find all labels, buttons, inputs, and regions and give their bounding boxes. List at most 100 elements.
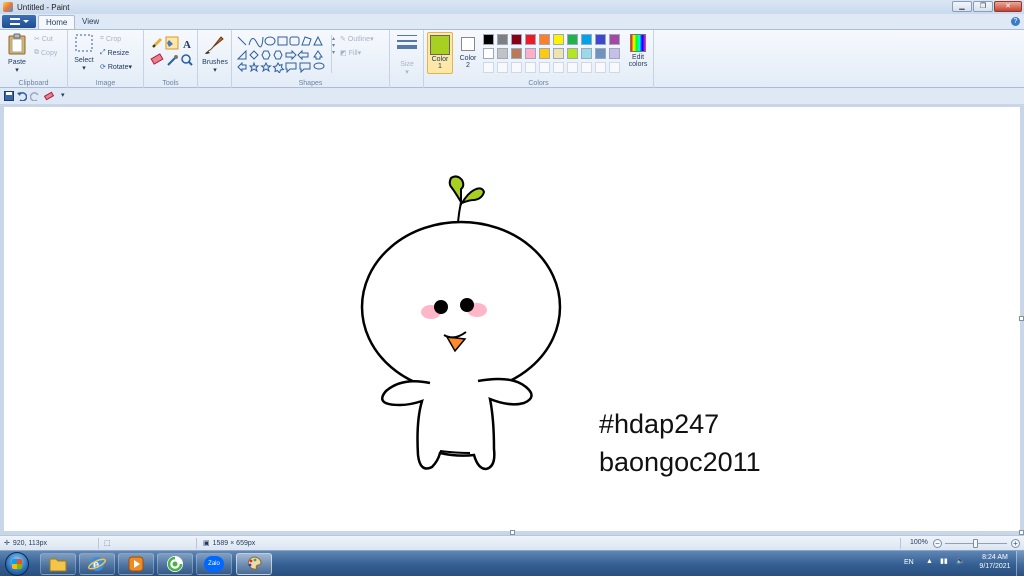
palette-color-swatch[interactable] [609,48,620,59]
palette-custom-swatch[interactable] [581,62,592,73]
rectangle-callout-shape-icon[interactable] [285,62,297,73]
polygon-shape-icon[interactable] [301,36,312,46]
taskbar-paint[interactable] [236,553,272,575]
rectangle-shape-icon[interactable] [277,36,288,46]
palette-custom-swatch[interactable] [511,62,522,73]
oval-callout-shape-icon[interactable] [313,62,325,70]
copy-button[interactable]: ⧉ Copy [34,49,57,57]
text-tool-icon[interactable]: A [183,39,191,51]
palette-color-swatch[interactable] [511,48,522,59]
crop-button[interactable]: ⌗ Crop [100,35,121,43]
rounded-rectangle-shape-icon[interactable] [289,36,300,46]
magnifier-icon[interactable] [181,54,193,66]
color1-button[interactable]: Color 1 [427,32,453,74]
zoom-in-button[interactable]: + [1011,539,1020,548]
clock[interactable]: 8:24 AM 9/17/2021 [972,554,1018,576]
brushes-button[interactable]: Brushes ▾ [200,33,230,74]
size-button[interactable]: Size ▾ [394,33,420,76]
palette-color-swatch[interactable] [539,48,550,59]
undo-icon[interactable] [17,91,27,101]
palette-color-swatch[interactable] [483,34,494,45]
drawing-canvas[interactable]: #hdap247 baongoc2011 [4,107,1020,531]
maximize-button[interactable]: ❐ [973,1,993,12]
palette-color-swatch[interactable] [595,34,606,45]
up-arrow-shape-icon[interactable] [313,50,323,60]
palette-color-swatch[interactable] [525,34,536,45]
network-icon[interactable]: ▮▮ [940,557,948,576]
palette-custom-swatch[interactable] [497,62,508,73]
right-arrow-shape-icon[interactable] [285,49,297,61]
four-point-star-shape-icon[interactable] [248,61,260,73]
palette-custom-swatch[interactable] [483,62,494,73]
curve-shape-icon[interactable] [248,36,264,48]
palette-color-swatch[interactable] [553,48,564,59]
close-button[interactable]: ✕ [994,1,1022,12]
shapes-gallery[interactable] [236,35,332,73]
palette-custom-swatch[interactable] [567,62,578,73]
right-triangle-shape-icon[interactable] [236,49,247,60]
palette-color-swatch[interactable] [595,48,606,59]
customize-qat-icon[interactable]: ▾ [61,91,65,99]
palette-color-swatch[interactable] [511,34,522,45]
shapes-scroll[interactable]: ▴ ▾ ▾ [331,35,335,73]
tab-view[interactable]: View [75,15,106,29]
palette-custom-swatch[interactable] [595,62,606,73]
eraser-icon[interactable] [150,53,164,65]
palette-custom-swatch[interactable] [525,62,536,73]
palette-color-swatch[interactable] [581,48,592,59]
file-menu-button[interactable] [2,15,36,28]
line-shape-icon[interactable] [237,36,247,46]
tab-home[interactable]: Home [38,15,76,29]
eraser-icon[interactable] [44,91,54,101]
zoom-out-button[interactable]: − [933,539,942,548]
six-point-star-shape-icon[interactable] [272,61,285,73]
rotate-button[interactable]: ⟳ Rotate ▾ [100,63,132,72]
select-button[interactable]: Select ▾ [72,33,96,72]
four-point-arrow-shape-icon[interactable] [237,61,247,73]
volume-icon[interactable]: 🔈 [956,557,965,576]
diamond-shape-icon[interactable] [249,50,259,60]
taskbar-media-player[interactable] [118,553,154,575]
minimize-button[interactable]: ▁ [952,1,972,12]
show-hidden-icons[interactable]: ▲ [926,558,933,576]
palette-custom-swatch[interactable] [609,62,620,73]
palette-color-swatch[interactable] [497,34,508,45]
start-button[interactable] [2,551,32,576]
oval-shape-icon[interactable] [264,36,276,46]
taskbar-explorer[interactable] [40,553,76,575]
resize-button[interactable]: ⤢ Resize [100,49,129,57]
left-arrow-shape-icon[interactable] [297,49,309,61]
palette-color-swatch[interactable] [483,48,494,59]
edit-colors-button[interactable]: Edit colors [624,34,652,68]
palette-color-swatch[interactable] [539,34,550,45]
show-desktop-button[interactable] [1016,551,1024,576]
taskbar-internet-explorer[interactable]: e [79,553,115,575]
hexagon-shape-icon[interactable] [273,50,283,60]
triangle-shape-icon[interactable] [313,35,323,46]
palette-color-swatch[interactable] [567,34,578,45]
paste-button[interactable]: Paste ▾ [4,33,30,74]
fill-button[interactable]: ◩ Fill ▾ [340,49,361,58]
paint-app-icon[interactable] [3,2,13,12]
palette-color-swatch[interactable] [567,48,578,59]
outline-button[interactable]: ✎ Outline ▾ [340,35,374,44]
save-icon[interactable] [4,91,14,101]
palette-custom-swatch[interactable] [539,62,550,73]
color-picker-icon[interactable] [167,55,178,66]
palette-color-swatch[interactable] [497,48,508,59]
palette-color-swatch[interactable] [581,34,592,45]
rounded-callout-shape-icon[interactable] [299,62,311,73]
pencil-icon[interactable] [151,37,163,49]
taskbar-coccoc[interactable] [157,553,193,575]
palette-color-swatch[interactable] [553,34,564,45]
redo-icon[interactable] [30,91,40,101]
star-shape-icon[interactable] [260,61,272,73]
palette-custom-swatch[interactable] [553,62,564,73]
zoom-slider-thumb[interactable] [973,539,978,548]
language-indicator[interactable]: EN [904,559,914,576]
canvas-resize-handle-right[interactable] [1019,316,1024,321]
palette-color-swatch[interactable] [609,34,620,45]
color2-button[interactable]: Color 2 [455,32,481,74]
pentagon-shape-icon[interactable] [261,50,271,60]
taskbar-zalo[interactable]: Zalo [196,553,232,575]
